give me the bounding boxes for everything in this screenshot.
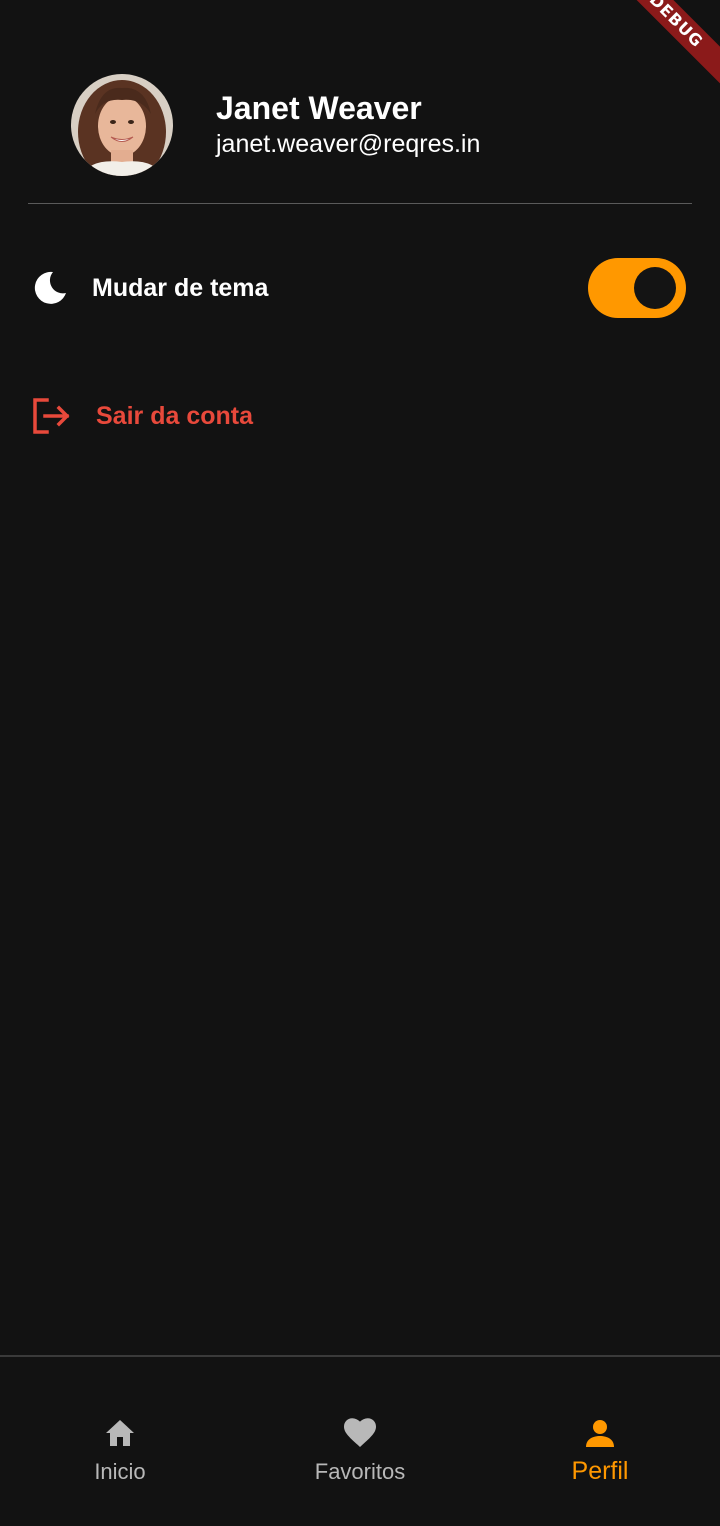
home-icon xyxy=(102,1415,138,1451)
profile-header: Janet Weaver janet.weaver@reqres.in xyxy=(71,74,480,176)
logout-row[interactable]: Sair da conta xyxy=(30,394,253,438)
theme-label: Mudar de tema xyxy=(92,273,269,302)
avatar-photo xyxy=(71,74,173,176)
nav-item-favoritos[interactable]: Favoritos xyxy=(240,1357,480,1526)
nav-label-favoritos: Favoritos xyxy=(314,1459,406,1484)
profile-name: Janet Weaver xyxy=(216,90,422,126)
person-icon xyxy=(582,1415,618,1451)
profile-text: Janet Weaver janet.weaver@reqres.in xyxy=(216,89,480,161)
moon-icon xyxy=(30,268,70,308)
nav-label-perfil: Perfil xyxy=(571,1457,629,1485)
nav-label-inicio: Inicio xyxy=(94,1459,146,1484)
theme-setting-row[interactable]: Mudar de tema xyxy=(30,256,686,320)
theme-toggle[interactable] xyxy=(588,258,686,318)
heart-icon xyxy=(342,1415,378,1451)
profile-divider xyxy=(28,203,692,204)
nav-item-perfil[interactable]: Perfil xyxy=(480,1357,720,1526)
debug-banner: DEBUG xyxy=(600,0,720,120)
logout-icon xyxy=(30,395,72,437)
profile-email: janet.weaver@reqres.in xyxy=(216,130,481,158)
avatar xyxy=(71,74,173,176)
logout-label: Sair da conta xyxy=(96,401,253,430)
debug-ribbon: DEBUG xyxy=(610,0,720,87)
nav-item-inicio[interactable]: Inicio xyxy=(0,1357,240,1526)
toggle-knob xyxy=(634,267,676,309)
bottom-navigation: Inicio Favoritos Perfil xyxy=(0,1355,720,1526)
